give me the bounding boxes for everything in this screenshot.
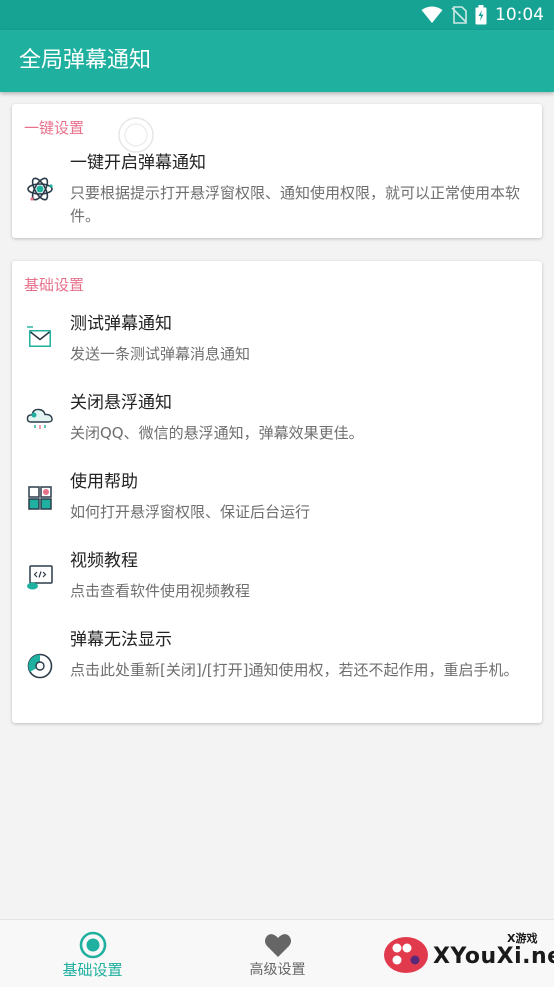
gamepad-icon (384, 937, 428, 973)
radio-target-icon (79, 931, 107, 959)
battery-icon (475, 5, 487, 25)
tab-label: 基础设置 (62, 961, 123, 979)
item-subtitle: 关闭QQ、微信的悬浮通知，弹幕效果更佳。 (70, 424, 364, 442)
section-title-basic-settings: 基础设置 (24, 276, 85, 294)
item-title: 使用帮助 (70, 472, 138, 492)
video-screen-icon (27, 565, 53, 590)
cloud-icon (26, 408, 53, 429)
section-title-quick-setup: 一键设置 (24, 119, 85, 137)
watermark-logo: X游戏 XYouXi.net (383, 926, 554, 982)
item-title: 弹幕无法显示 (70, 630, 172, 650)
item-title: 测试弹幕通知 (70, 314, 172, 334)
status-bar: 10:04 (0, 0, 554, 30)
help-blocks-icon (28, 486, 52, 510)
list-item-video-tutorial[interactable]: 视频教程 点击查看软件使用视频教程 (12, 550, 542, 616)
ripple-indicator (118, 117, 154, 153)
list-item-close-floating-notification[interactable]: 关闭悬浮通知 关闭QQ、微信的悬浮通知，弹幕效果更佳。 (12, 392, 542, 458)
item-subtitle: 发送一条测试弹幕消息通知 (70, 345, 251, 363)
item-title: 关闭悬浮通知 (70, 393, 172, 413)
atom-icon (27, 177, 53, 201)
pie-icon (27, 653, 53, 679)
item-title: 一键开启弹幕通知 (70, 153, 206, 173)
wifi-icon (421, 6, 443, 23)
item-subtitle: 如何打开悬浮窗权限、保证后台运行 (70, 503, 311, 521)
tab-advanced-settings[interactable]: 高级设置 (185, 920, 370, 987)
no-sim-icon (451, 6, 467, 24)
watermark-text: XYouXi.net (433, 944, 554, 969)
list-item-test-danmaku[interactable]: 测试弹幕通知 发送一条测试弹幕消息通知 (12, 313, 542, 379)
list-item-danmaku-not-showing[interactable]: 弹幕无法显示 点击此处重新[关闭]/[打开]通知使用权，若还不起作用，重启手机。 (12, 629, 542, 715)
tab-basic-settings[interactable]: 基础设置 (0, 920, 185, 987)
quick-setup-card: 一键设置 一键开启弹幕通知 只要根据提示打开悬浮窗权限、通知使用权限，就可以正常… (12, 104, 542, 238)
tab-label: 高级设置 (249, 962, 306, 978)
app-bar: 全局弹幕通知 (0, 30, 554, 92)
status-icons: 10:04 (421, 4, 544, 26)
basic-settings-card: 基础设置 测试弹幕通知 发送一条测试弹幕消息通知 关闭悬浮通知 关闭QQ、微信的… (12, 261, 542, 723)
item-subtitle: 只要根据提示打开悬浮窗权限、通知使用权限，就可以正常使用本软件。 (70, 184, 521, 225)
item-subtitle: 点击查看软件使用视频教程 (70, 582, 251, 600)
list-item-enable-danmaku[interactable]: 一键开启弹幕通知 只要根据提示打开悬浮窗权限、通知使用权限，就可以正常使用本软件… (12, 152, 542, 232)
app-title: 全局弹幕通知 (19, 48, 152, 73)
item-title: 视频教程 (70, 551, 138, 571)
item-subtitle: 点击此处重新[关闭]/[打开]通知使用权，若还不起作用，重启手机。 (70, 661, 519, 679)
status-time: 10:04 (495, 5, 544, 25)
list-item-usage-help[interactable]: 使用帮助 如何打开悬浮窗权限、保证后台运行 (12, 471, 542, 537)
envelope-icon (27, 326, 51, 347)
heart-icon (265, 934, 291, 957)
